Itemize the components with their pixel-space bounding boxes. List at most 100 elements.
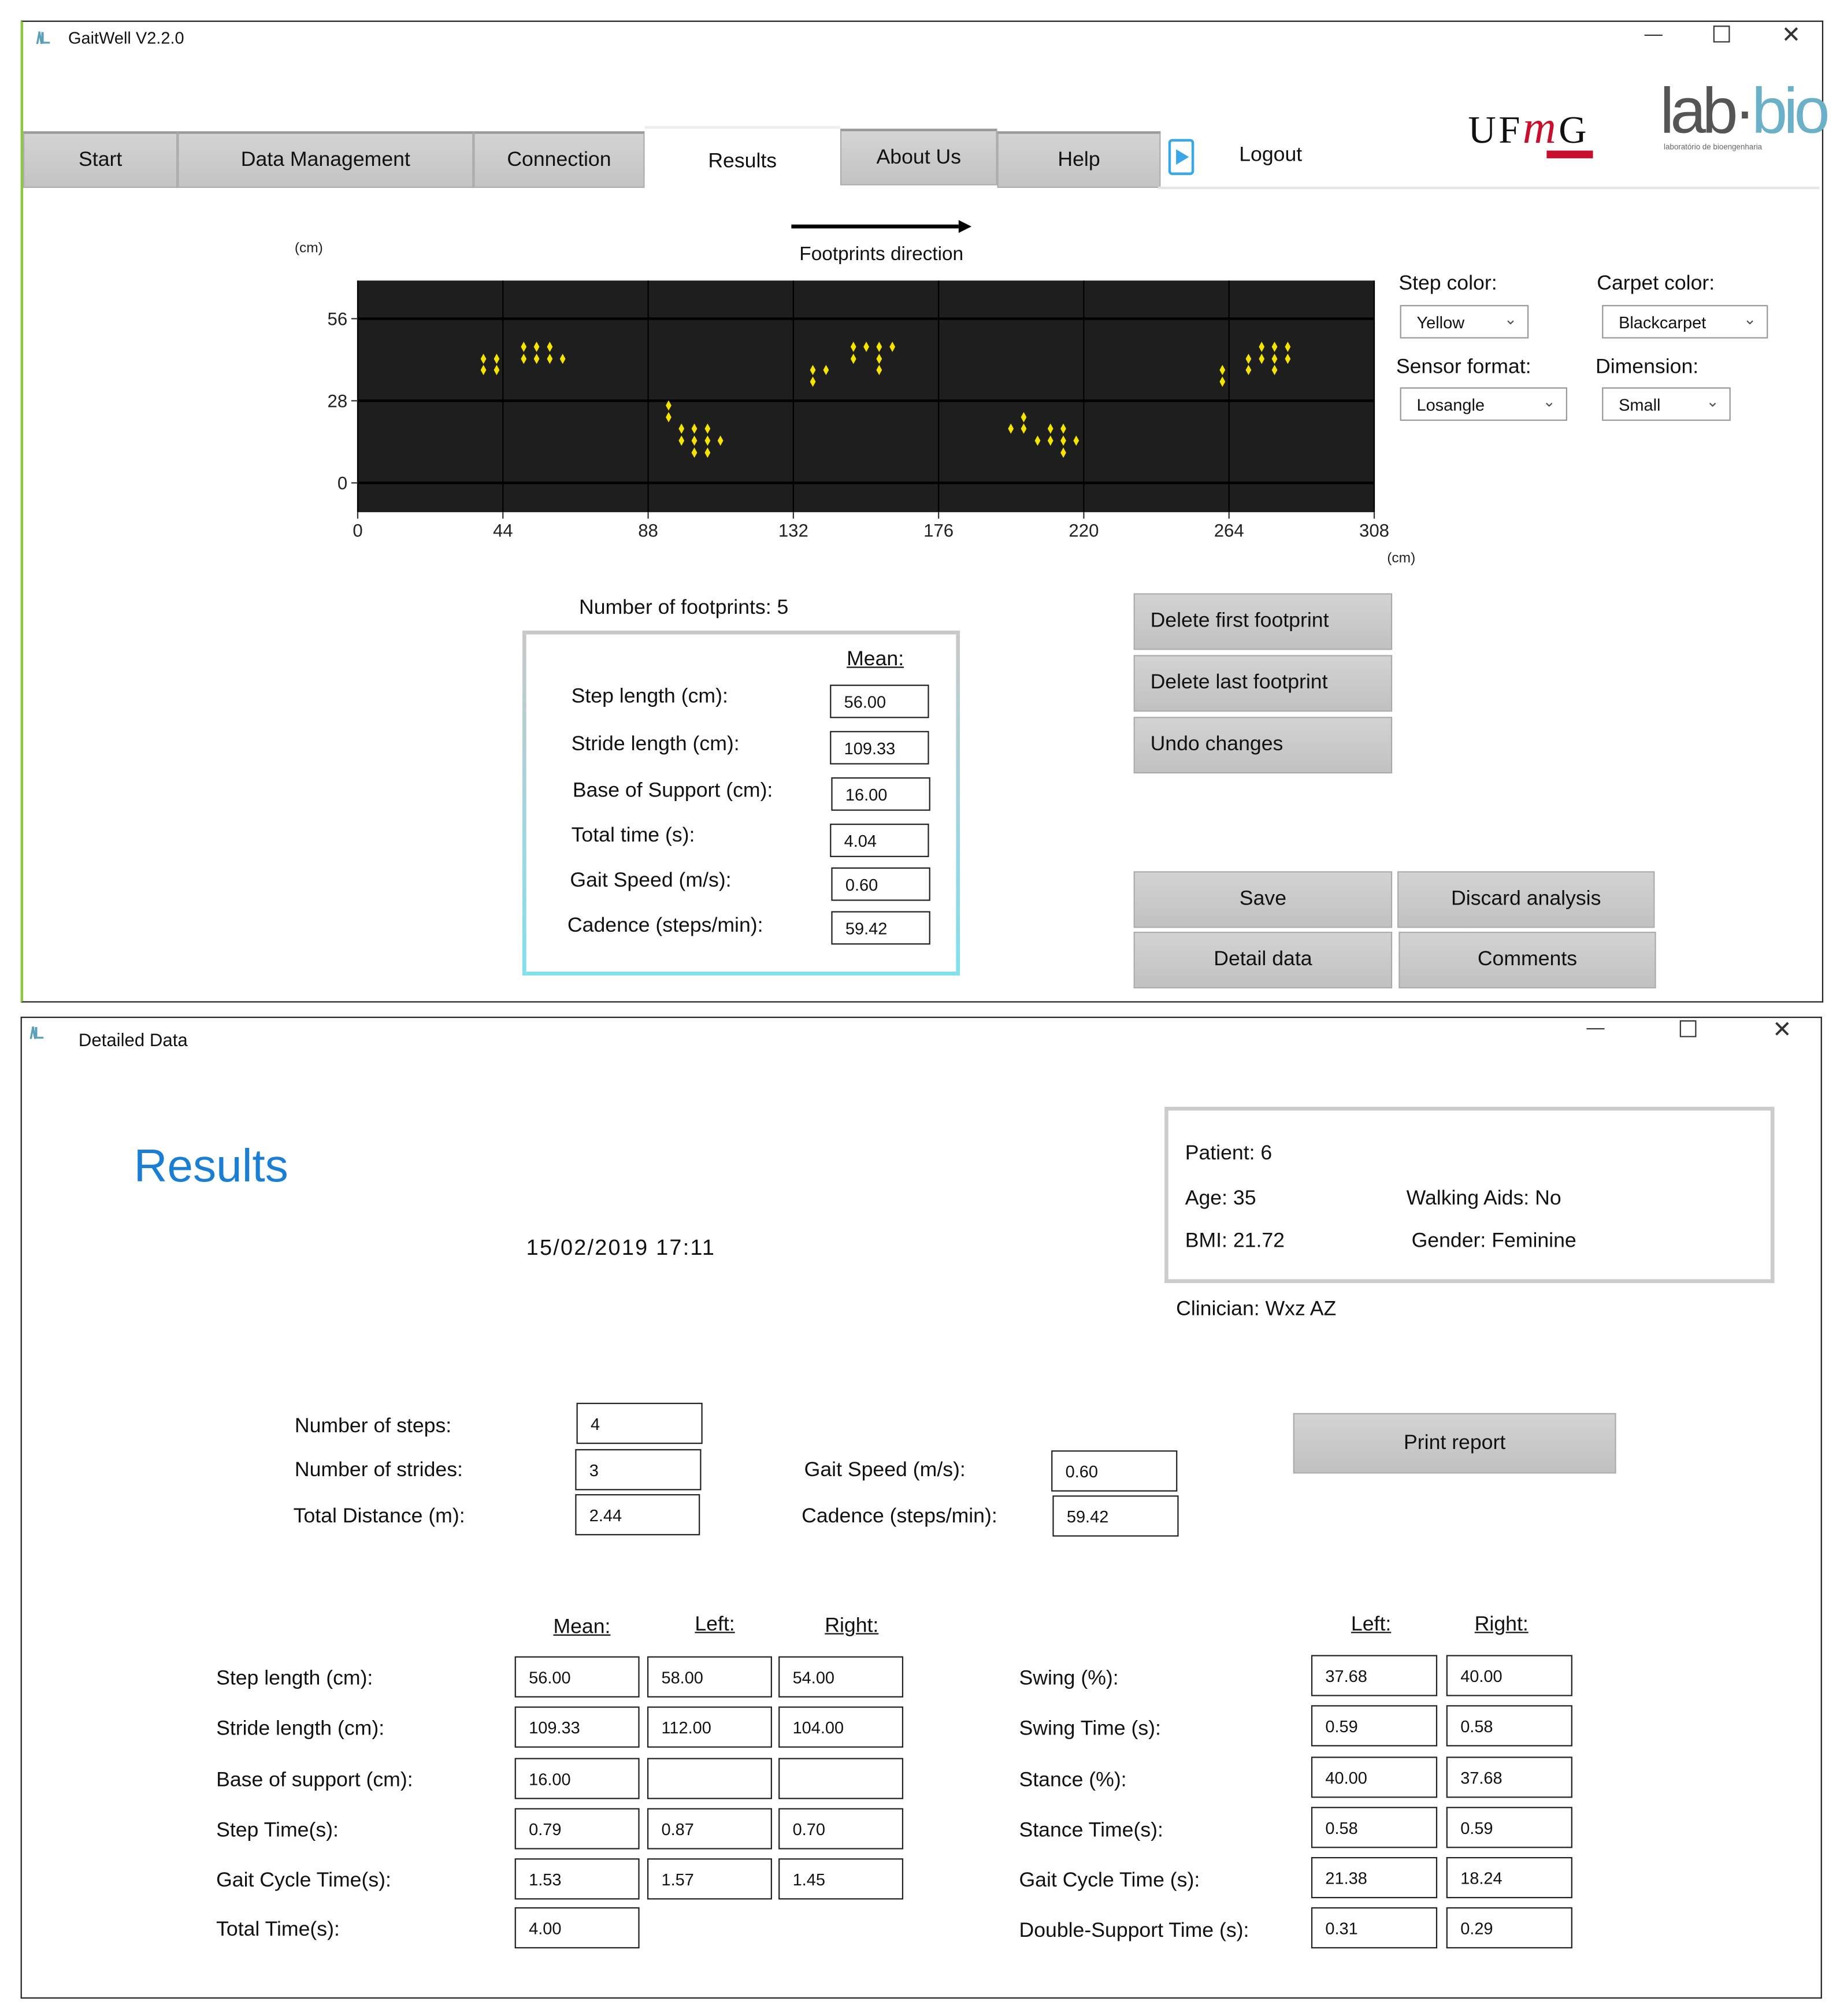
- summary-total-time-field[interactable]: 4.04: [830, 824, 929, 857]
- summary-gait-speed-field[interactable]: 0.60: [831, 867, 930, 901]
- temporal-row-label: Stance Time(s):: [1019, 1819, 1163, 1842]
- spatial-mean-field[interactable]: 1.53: [514, 1858, 640, 1900]
- x-axis-unit: (cm): [1387, 550, 1415, 566]
- spatial-right-field[interactable]: 0.70: [778, 1808, 904, 1850]
- undo-changes-button[interactable]: Undo changes: [1133, 717, 1393, 774]
- field-value: 16.00: [529, 1769, 571, 1788]
- carpet-color-select[interactable]: Blackcarpet ⌄: [1602, 305, 1768, 339]
- number-of-steps-field[interactable]: 4: [576, 1402, 703, 1444]
- close-icon[interactable]: ✕: [1767, 1017, 1797, 1044]
- summary-cadence-field[interactable]: 59.42: [831, 911, 930, 945]
- field-value: 58.00: [661, 1667, 703, 1687]
- spatial-right-field[interactable]: 1.45: [778, 1858, 904, 1900]
- x-tick-label: 220: [1069, 520, 1099, 540]
- print-report-button[interactable]: Print report: [1293, 1413, 1616, 1474]
- tab-results[interactable]: Results: [644, 126, 840, 188]
- temporal-right-field[interactable]: 18.24: [1446, 1856, 1572, 1899]
- summary-base-of-support-field[interactable]: 16.00: [831, 777, 930, 811]
- patient-gender: Gender: Feminine: [1411, 1230, 1576, 1252]
- spatial-row-label: Base of support (cm):: [216, 1769, 413, 1792]
- chevron-down-icon: ⌄: [1504, 310, 1518, 328]
- cadence-field[interactable]: 59.42: [1052, 1495, 1179, 1537]
- y-tick-label: 0: [337, 473, 347, 494]
- maximize-icon[interactable]: ☐: [1673, 1017, 1704, 1044]
- temporal-right-field[interactable]: 40.00: [1446, 1655, 1572, 1696]
- temporal-right-field[interactable]: 0.59: [1446, 1807, 1572, 1848]
- field-value: 56.00: [529, 1667, 571, 1687]
- dimension-select[interactable]: Small ⌄: [1602, 387, 1731, 421]
- spatial-right-field[interactable]: [778, 1758, 904, 1799]
- column-header-right: Right:: [825, 1615, 879, 1637]
- tab-label: Results: [708, 150, 777, 173]
- spatial-right-field[interactable]: 104.00: [778, 1706, 904, 1748]
- spatial-mean-field[interactable]: 16.00: [514, 1758, 640, 1799]
- temporal-right-field[interactable]: 37.68: [1446, 1756, 1572, 1798]
- count-label: Total Distance (m):: [293, 1506, 465, 1528]
- tab-label: Start: [79, 149, 123, 171]
- carpet-color-label: Carpet color:: [1597, 273, 1715, 295]
- tab-help[interactable]: Help: [997, 131, 1161, 188]
- clinician: Clinician: Wxz AZ: [1176, 1298, 1337, 1321]
- temporal-left-field[interactable]: 40.00: [1311, 1756, 1438, 1798]
- x-tick-label: 264: [1214, 520, 1244, 540]
- summary-label: Gait Speed (m/s):: [570, 870, 732, 892]
- tab-about-us[interactable]: About Us: [840, 128, 997, 186]
- speed-label: Gait Speed (m/s):: [804, 1459, 966, 1481]
- temporal-left-field[interactable]: 37.68: [1311, 1655, 1438, 1696]
- minimize-icon[interactable]: —: [1580, 1017, 1611, 1037]
- tab-data-management[interactable]: Data Management: [177, 131, 474, 188]
- count-label: Number of strides:: [294, 1459, 463, 1481]
- temporal-left-field[interactable]: 0.31: [1311, 1907, 1438, 1949]
- discard-analysis-button[interactable]: Discard analysis: [1397, 871, 1655, 928]
- spatial-left-field[interactable]: 1.57: [647, 1858, 772, 1900]
- spatial-mean-field[interactable]: 56.00: [514, 1656, 640, 1698]
- patient-id: Patient: 6: [1185, 1143, 1273, 1165]
- x-tick-label: 88: [638, 520, 658, 540]
- save-button[interactable]: Save: [1133, 871, 1393, 928]
- logout-link[interactable]: Logout: [1239, 144, 1302, 167]
- gait-speed-field[interactable]: 0.60: [1051, 1450, 1178, 1492]
- spatial-left-field[interactable]: 112.00: [647, 1706, 772, 1748]
- logout-icon[interactable]: [1168, 139, 1194, 175]
- delete-first-footprint-button[interactable]: Delete first footprint: [1133, 593, 1393, 650]
- minimize-icon[interactable]: —: [1638, 23, 1668, 44]
- temporal-right-field[interactable]: 0.29: [1446, 1907, 1572, 1949]
- field-value: 0.58: [1325, 1818, 1358, 1837]
- field-value: 0.59: [1460, 1818, 1493, 1837]
- tab-start[interactable]: Start: [23, 131, 178, 188]
- temporal-left-field[interactable]: 0.59: [1311, 1705, 1438, 1747]
- number-of-strides-field[interactable]: 3: [575, 1449, 702, 1491]
- temporal-row-label: Double-Support Time (s):: [1019, 1920, 1249, 1942]
- sensor-format-select[interactable]: Losangle ⌄: [1400, 387, 1567, 421]
- total-distance-field[interactable]: 2.44: [575, 1494, 700, 1536]
- temporal-left-field[interactable]: 0.58: [1311, 1807, 1438, 1848]
- temporal-right-field[interactable]: 0.58: [1446, 1705, 1572, 1747]
- delete-last-footprint-button[interactable]: Delete last footprint: [1133, 655, 1393, 712]
- detail-data-button[interactable]: Detail data: [1133, 932, 1393, 989]
- field-value: 59.42: [845, 918, 888, 938]
- field-value: 104.00: [792, 1717, 844, 1737]
- temporal-row-label: Gait Cycle Time (s):: [1019, 1870, 1200, 1892]
- close-icon[interactable]: ✕: [1776, 22, 1806, 49]
- temporal-row-label: Swing Time (s):: [1019, 1718, 1161, 1740]
- spatial-right-field[interactable]: 54.00: [778, 1656, 904, 1698]
- summary-stride-length-field[interactable]: 109.33: [830, 731, 929, 765]
- tab-connection[interactable]: Connection: [473, 131, 645, 188]
- field-value: 0.79: [529, 1819, 562, 1839]
- spatial-mean-field[interactable]: 4.00: [514, 1907, 640, 1949]
- summary-step-length-field[interactable]: 56.00: [830, 684, 929, 718]
- button-label: Detail data: [1214, 948, 1312, 970]
- spatial-left-field[interactable]: 0.87: [647, 1808, 772, 1850]
- step-color-select[interactable]: Yellow ⌄: [1400, 305, 1529, 339]
- temporal-left-field[interactable]: 21.38: [1311, 1856, 1438, 1899]
- spatial-mean-field[interactable]: 0.79: [514, 1808, 640, 1850]
- spatial-left-field[interactable]: 58.00: [647, 1656, 772, 1698]
- direction-arrowhead: [958, 220, 972, 234]
- spatial-mean-field[interactable]: 109.33: [514, 1706, 640, 1748]
- field-value: 0.58: [1460, 1716, 1493, 1736]
- chevron-down-icon: ⌄: [1542, 392, 1556, 411]
- patient-age: Age: 35: [1185, 1188, 1256, 1210]
- maximize-icon[interactable]: ☐: [1706, 22, 1737, 49]
- spatial-left-field[interactable]: [647, 1758, 772, 1799]
- comments-button[interactable]: Comments: [1398, 932, 1656, 989]
